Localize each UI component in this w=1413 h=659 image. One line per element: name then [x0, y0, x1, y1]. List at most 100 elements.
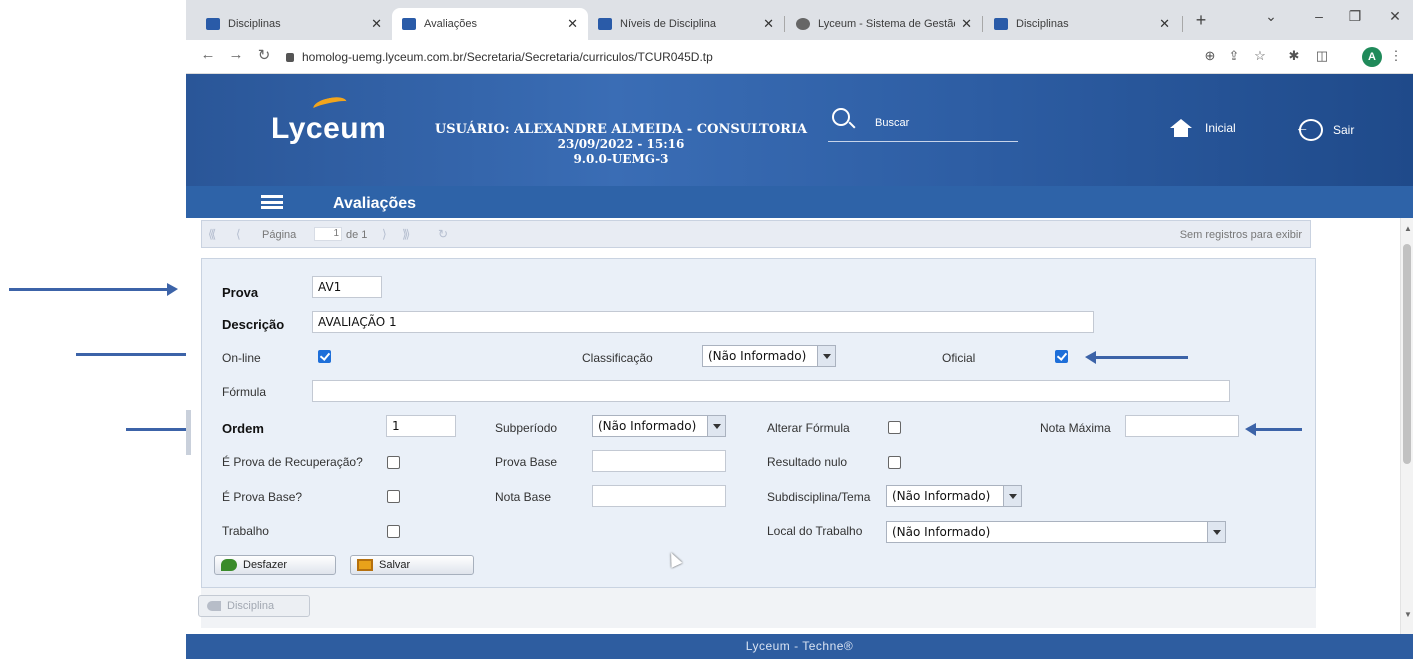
ordem-input[interactable]: 1	[386, 415, 456, 437]
hamburger-menu-icon[interactable]	[261, 195, 283, 209]
minimize-icon[interactable]: –	[1304, 8, 1334, 24]
next-page-icon[interactable]: ⟩	[382, 227, 386, 241]
back-icon[interactable]: ←	[198, 46, 218, 63]
page-scrollbar[interactable]: ▲ ▼	[1400, 218, 1413, 634]
scroll-down-icon[interactable]: ▼	[1404, 610, 1412, 619]
home-label: Inicial	[1205, 121, 1236, 135]
subdisciplina-label: Subdisciplina/Tema	[767, 490, 871, 504]
scroll-up-icon[interactable]: ▲	[1404, 224, 1412, 233]
globe-icon	[796, 18, 810, 30]
side-panel-icon[interactable]: ◫	[1312, 48, 1332, 64]
tab-separator	[982, 16, 983, 32]
annotation-arrow-prova	[9, 283, 178, 296]
discipline-back-button[interactable]: Disciplina	[198, 595, 310, 617]
subdisciplina-select[interactable]: (Não Informado)	[886, 485, 1022, 507]
reload-icon[interactable]: ↻	[254, 46, 274, 64]
chevron-down-icon[interactable]	[1207, 522, 1225, 542]
resultado-nulo-checkbox[interactable]	[888, 456, 901, 469]
prova-label: Prova	[222, 285, 259, 300]
trabalho-label: Trabalho	[222, 524, 269, 538]
prova-input[interactable]: AV1	[312, 276, 382, 298]
new-tab-button[interactable]: +	[1188, 10, 1214, 31]
bookmark-star-icon[interactable]: ☆	[1250, 48, 1270, 64]
browser-tab-5[interactable]: Disciplinas ✕	[984, 8, 1180, 40]
formula-label: Fórmula	[222, 385, 267, 399]
trabalho-checkbox[interactable]	[387, 525, 400, 538]
page-label: Página	[262, 229, 297, 241]
browser-tab-4[interactable]: Lyceum - Sistema de Gestão ✕	[786, 8, 982, 40]
menu-bar: Avaliações	[186, 186, 1413, 218]
alterar-formula-checkbox[interactable]	[888, 421, 901, 434]
alterar-formula-label: Alterar Fórmula	[767, 421, 850, 435]
home-button[interactable]: Inicial	[1170, 119, 1236, 137]
logout-button[interactable]: Sair	[1295, 119, 1354, 141]
recuperacao-checkbox[interactable]	[387, 456, 400, 469]
subdisciplina-value: (Não Informado)	[892, 489, 991, 503]
classificacao-select[interactable]: (Não Informado)	[702, 345, 836, 367]
close-icon[interactable]: ✕	[1159, 16, 1170, 32]
previous-page-icon[interactable]: ⟨	[236, 227, 240, 241]
oficial-checkbox[interactable]	[1055, 350, 1068, 363]
restore-icon[interactable]: ❐	[1340, 8, 1370, 25]
online-checkbox[interactable]	[318, 350, 331, 363]
lyceum-logo[interactable]: Lyceum	[271, 94, 386, 146]
save-icon	[357, 559, 373, 571]
ordem-label: Ordem	[222, 421, 264, 436]
chevron-down-icon[interactable]	[1003, 486, 1021, 506]
close-icon[interactable]: ✕	[961, 16, 972, 32]
undo-button[interactable]: Desfazer	[214, 555, 336, 575]
search-icon[interactable]	[832, 108, 850, 126]
page-number-input[interactable]: 1	[314, 227, 342, 241]
undo-label: Desfazer	[243, 559, 288, 571]
search-box[interactable]: Buscar	[828, 108, 1018, 142]
tab-title: Disciplinas	[228, 18, 281, 30]
browser-tab-2[interactable]: Avaliações ✕	[392, 8, 588, 40]
subperiodo-value: (Não Informado)	[598, 419, 697, 433]
close-icon[interactable]: ✕	[763, 16, 774, 32]
resultado-nulo-label: Resultado nulo	[767, 455, 848, 469]
evaluation-form: Prova AV1 Descrição AVALIAÇÃO 1 On-line …	[201, 258, 1316, 588]
close-icon[interactable]: ✕	[371, 16, 382, 32]
share-icon[interactable]: ⇪	[1224, 48, 1244, 64]
formula-input[interactable]	[312, 380, 1230, 402]
zoom-icon[interactable]: ⊕	[1200, 48, 1220, 64]
scrollbar-thumb[interactable]	[1403, 244, 1411, 464]
classificacao-label: Classificação	[582, 351, 653, 365]
user-name: USUÁRIO: ALEXANDRE ALMEIDA - CONSULTORIA	[434, 122, 808, 137]
close-window-icon[interactable]: ✕	[1380, 8, 1410, 25]
address-bar[interactable]: homolog-uemg.lyceum.com.br/Secretaria/Se…	[286, 46, 713, 68]
menu-kebab-icon[interactable]: ⋮	[1386, 48, 1406, 64]
lyceum-favicon-icon	[598, 18, 612, 30]
e-prova-base-checkbox[interactable]	[387, 490, 400, 503]
side-panel-handle[interactable]	[186, 410, 191, 455]
forward-icon[interactable]: →	[226, 46, 246, 63]
refresh-icon[interactable]: ↻	[438, 227, 448, 241]
lyceum-favicon-icon	[402, 18, 416, 30]
local-trabalho-select[interactable]: (Não Informado)	[886, 521, 1226, 543]
descricao-input[interactable]: AVALIAÇÃO 1	[312, 311, 1094, 333]
discipline-label: Disciplina	[227, 600, 275, 612]
tab-title: Avaliações	[424, 18, 477, 30]
nota-base-input[interactable]	[592, 485, 726, 507]
back-arrow-icon	[207, 601, 221, 611]
prova-base-input[interactable]	[592, 450, 726, 472]
close-icon[interactable]: ✕	[567, 16, 578, 32]
annotation-arrow-nota-maxima	[1245, 423, 1302, 436]
chevron-down-icon[interactable]	[817, 346, 835, 366]
app-header: Lyceum USUÁRIO: ALEXANDRE ALMEIDA - CONS…	[186, 74, 1413, 186]
tab-search-icon[interactable]: ⌄	[1256, 8, 1286, 25]
browser-tab-1[interactable]: Disciplinas ✕	[196, 8, 392, 40]
chevron-down-icon[interactable]	[707, 416, 725, 436]
nota-base-label: Nota Base	[495, 490, 552, 504]
nota-maxima-input[interactable]	[1125, 415, 1239, 437]
last-page-icon[interactable]: ⟩⟫	[402, 227, 411, 241]
first-page-icon[interactable]: ⟪⟨	[208, 227, 217, 241]
system-version: 9.0.0-UEMG-3	[573, 152, 669, 166]
tab-bar: Disciplinas ✕ Avaliações ✕ Níveis de Dis…	[186, 0, 1413, 40]
profile-avatar[interactable]: A	[1362, 47, 1382, 67]
extensions-icon[interactable]: ✱	[1284, 48, 1304, 64]
browser-tab-3[interactable]: Níveis de Disciplina ✕	[588, 8, 784, 40]
subperiodo-select[interactable]: (Não Informado)	[592, 415, 726, 437]
nota-maxima-label: Nota Máxima	[1040, 421, 1111, 435]
save-button[interactable]: Salvar	[350, 555, 474, 575]
